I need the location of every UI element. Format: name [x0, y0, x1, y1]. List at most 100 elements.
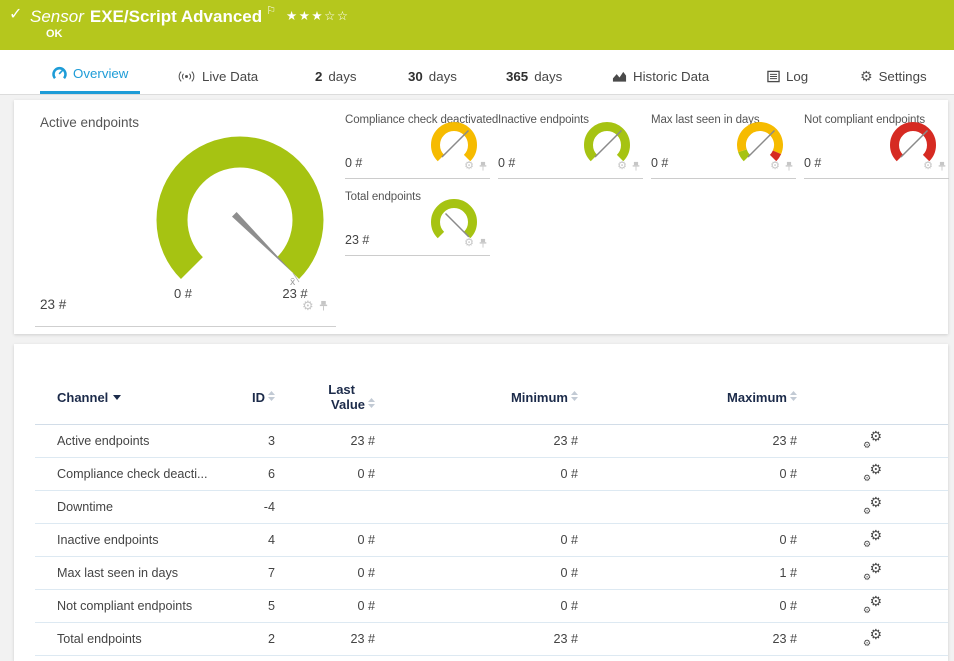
pin-icon[interactable] [478, 238, 488, 249]
channel-id: 5 [220, 590, 275, 623]
channel-name[interactable]: Active endpoints [35, 425, 220, 458]
channel-name[interactable]: Inactive endpoints [35, 524, 220, 557]
gear-icon[interactable]: ⚙ [617, 161, 627, 172]
object-kind-label: Sensor [30, 7, 84, 26]
live-data-icon [177, 70, 196, 83]
tab-settings[interactable]: ⚙ Settings [848, 58, 939, 94]
tab-label: days [328, 69, 356, 84]
channel-id: 3 [220, 425, 275, 458]
header-label: Value [331, 397, 365, 412]
gauge-average-marker: x̄ [290, 276, 295, 288]
table-row: Not compliant endpoints 5 0 # 0 # 0 # ⚙⚙ [35, 590, 948, 623]
flag-icon[interactable]: ⚐ [266, 5, 276, 17]
gear-icon[interactable]: ⚙ [770, 161, 780, 172]
channel-settings-icon[interactable]: ⚙⚙ [863, 498, 882, 514]
channel-settings-icon[interactable]: ⚙⚙ [863, 432, 882, 448]
header-label: ID [252, 390, 265, 405]
tab-label: Live Data [202, 69, 258, 84]
gear-icon[interactable]: ⚙ [302, 299, 314, 312]
header-maximum[interactable]: Maximum [578, 344, 797, 425]
header-last-value[interactable]: Last Value [275, 344, 375, 425]
channel-name[interactable]: Max last seen in days [35, 557, 220, 590]
channel-maximum: 1 # [578, 557, 797, 590]
channel-maximum: 0 # [578, 458, 797, 491]
tab-live-data[interactable]: Live Data [165, 58, 270, 94]
channel-table: Channel ID Last Value Minimum Maximum [35, 344, 948, 656]
channel-name[interactable]: Not compliant endpoints [35, 590, 220, 623]
channel-maximum [578, 491, 797, 524]
gauge-value: 0 # [651, 156, 668, 170]
channel-settings-icon[interactable]: ⚙⚙ [863, 597, 882, 613]
table-row: Total endpoints 2 23 # 23 # 23 # ⚙⚙ [35, 623, 948, 656]
channel-name[interactable]: Compliance check deacti... [35, 458, 220, 491]
channel-minimum: 23 # [375, 425, 578, 458]
channel-last-value: 0 # [275, 590, 375, 623]
channel-last-value: 0 # [275, 458, 375, 491]
channels-card: Channel ID Last Value Minimum Maximum [14, 344, 948, 661]
tab-number: 30 [408, 69, 423, 84]
sensor-status-badge: OK [46, 28, 63, 40]
gauge-panel[interactable]: Compliance check deactivated 0 # ⚙ [345, 114, 490, 179]
tab-number: 2 [315, 69, 322, 84]
tab-log[interactable]: Log [755, 58, 820, 94]
gauge-panel[interactable]: Inactive endpoints 0 # ⚙ [498, 114, 643, 179]
settings-icon: ⚙ [860, 69, 873, 83]
channel-minimum: 0 # [375, 590, 578, 623]
prtg-sensor-page: ✓ SensorEXE/Script Advanced⚐★★★☆☆ OK Ove… [0, 0, 954, 661]
sort-icon [368, 398, 375, 408]
pin-icon[interactable] [478, 161, 488, 172]
channel-name[interactable]: Downtime [35, 491, 220, 524]
pin-icon[interactable] [937, 161, 947, 172]
channel-last-value: 23 # [275, 425, 375, 458]
channel-maximum: 0 # [578, 590, 797, 623]
gauge-title: Total endpoints [345, 191, 421, 203]
gauge-scale-min: 0 # [153, 286, 213, 301]
channel-name[interactable]: Total endpoints [35, 623, 220, 656]
channel-settings-icon[interactable]: ⚙⚙ [863, 465, 882, 481]
tab-historic-data[interactable]: Historic Data [600, 58, 721, 94]
header-actions [797, 344, 948, 425]
channel-id: 7 [220, 557, 275, 590]
tab-2-days[interactable]: 2 days [303, 58, 369, 94]
gear-icon[interactable]: ⚙ [464, 161, 474, 172]
header-id[interactable]: ID [220, 344, 275, 425]
sensor-header: ✓ SensorEXE/Script Advanced⚐★★★☆☆ OK [0, 0, 954, 50]
gauge-panel[interactable]: Total endpoints 23 # ⚙ [345, 191, 490, 256]
gauge-panel[interactable]: Not compliant endpoints 0 # ⚙ [804, 114, 949, 179]
priority-stars[interactable]: ★★★☆☆ [286, 9, 350, 23]
table-row: Compliance check deacti... 6 0 # 0 # 0 #… [35, 458, 948, 491]
tab-30-days[interactable]: 30 days [396, 58, 469, 94]
gear-icon[interactable]: ⚙ [923, 161, 933, 172]
tab-label: days [429, 69, 457, 84]
tab-label: Overview [73, 66, 128, 81]
channel-minimum: 0 # [375, 557, 578, 590]
tab-overview[interactable]: Overview [40, 55, 140, 94]
channel-last-value: 0 # [275, 524, 375, 557]
gauge-value: 0 # [498, 156, 515, 170]
pin-icon[interactable] [784, 161, 794, 172]
gauges-card: Active endpoints 0 # 23 # x̄ 23 # ⚙ Comp… [14, 100, 948, 334]
gauge-icon [52, 66, 67, 80]
tab-label: Historic Data [633, 69, 709, 84]
channel-last-value: 0 # [275, 557, 375, 590]
channel-id: -4 [220, 491, 275, 524]
table-header-row: Channel ID Last Value Minimum Maximum [35, 344, 948, 425]
header-label: Maximum [727, 390, 787, 405]
header-minimum[interactable]: Minimum [375, 344, 578, 425]
channel-minimum [375, 491, 578, 524]
channel-id: 6 [220, 458, 275, 491]
header-channel[interactable]: Channel [35, 344, 220, 425]
gauge-panel[interactable]: Max last seen in days 0 # ⚙ [651, 114, 796, 179]
channel-settings-icon[interactable]: ⚙⚙ [863, 564, 882, 580]
channel-settings-icon[interactable]: ⚙⚙ [863, 531, 882, 547]
tab-365-days[interactable]: 365 days [494, 58, 574, 94]
pin-icon[interactable] [631, 161, 641, 172]
channel-settings-icon[interactable]: ⚙⚙ [863, 630, 882, 646]
channel-last-value: 23 # [275, 623, 375, 656]
divider [35, 326, 336, 327]
gear-icon[interactable]: ⚙ [464, 238, 474, 249]
pin-icon[interactable] [318, 300, 329, 312]
historic-data-icon [612, 70, 627, 83]
sort-icon [571, 391, 578, 401]
gauge-value: 0 # [804, 156, 821, 170]
